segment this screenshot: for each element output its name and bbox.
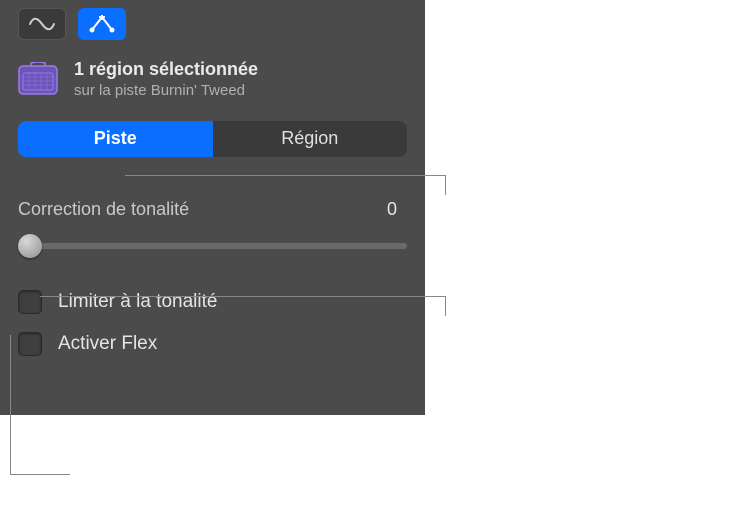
header-subtitle: sur la piste Burnin' Tweed [74,81,407,101]
enable-flex-row: Activer Flex [18,332,407,356]
pitch-editor-toggle[interactable] [78,8,126,40]
track-region-segmented: Piste Région [18,121,407,157]
enable-flex-label: Activer Flex [58,333,157,355]
callout-line [10,474,70,475]
slider-thumb[interactable] [18,234,42,258]
limit-to-key-checkbox[interactable] [18,290,42,314]
tab-track[interactable]: Piste [18,121,213,157]
callout-line [125,175,445,176]
callout-line [10,335,11,475]
tone-correction-row: Correction de tonalité 0 [18,199,407,220]
amp-track-icon [18,62,58,96]
toolbar [18,8,407,40]
tone-correction-slider[interactable] [18,234,407,258]
waveform-toggle[interactable] [18,8,66,40]
enable-flex-checkbox[interactable] [18,332,42,356]
pitch-editor-icon [88,14,116,34]
tone-correction-value: 0 [387,199,397,220]
tab-region[interactable]: Région [213,121,408,157]
header: 1 région sélectionnée sur la piste Burni… [18,58,407,101]
header-title: 1 région sélectionnée [74,58,407,81]
callout-line [445,175,446,195]
header-text: 1 région sélectionnée sur la piste Burni… [74,58,407,101]
callout-line [40,296,445,297]
tone-correction-label: Correction de tonalité [18,199,189,220]
waveform-icon [28,15,56,33]
limit-to-key-row: Limiter à la tonalité [18,290,407,314]
editor-panel: 1 région sélectionnée sur la piste Burni… [0,0,425,415]
slider-track [30,243,407,249]
limit-to-key-label: Limiter à la tonalité [58,291,217,313]
callout-line [445,296,446,316]
